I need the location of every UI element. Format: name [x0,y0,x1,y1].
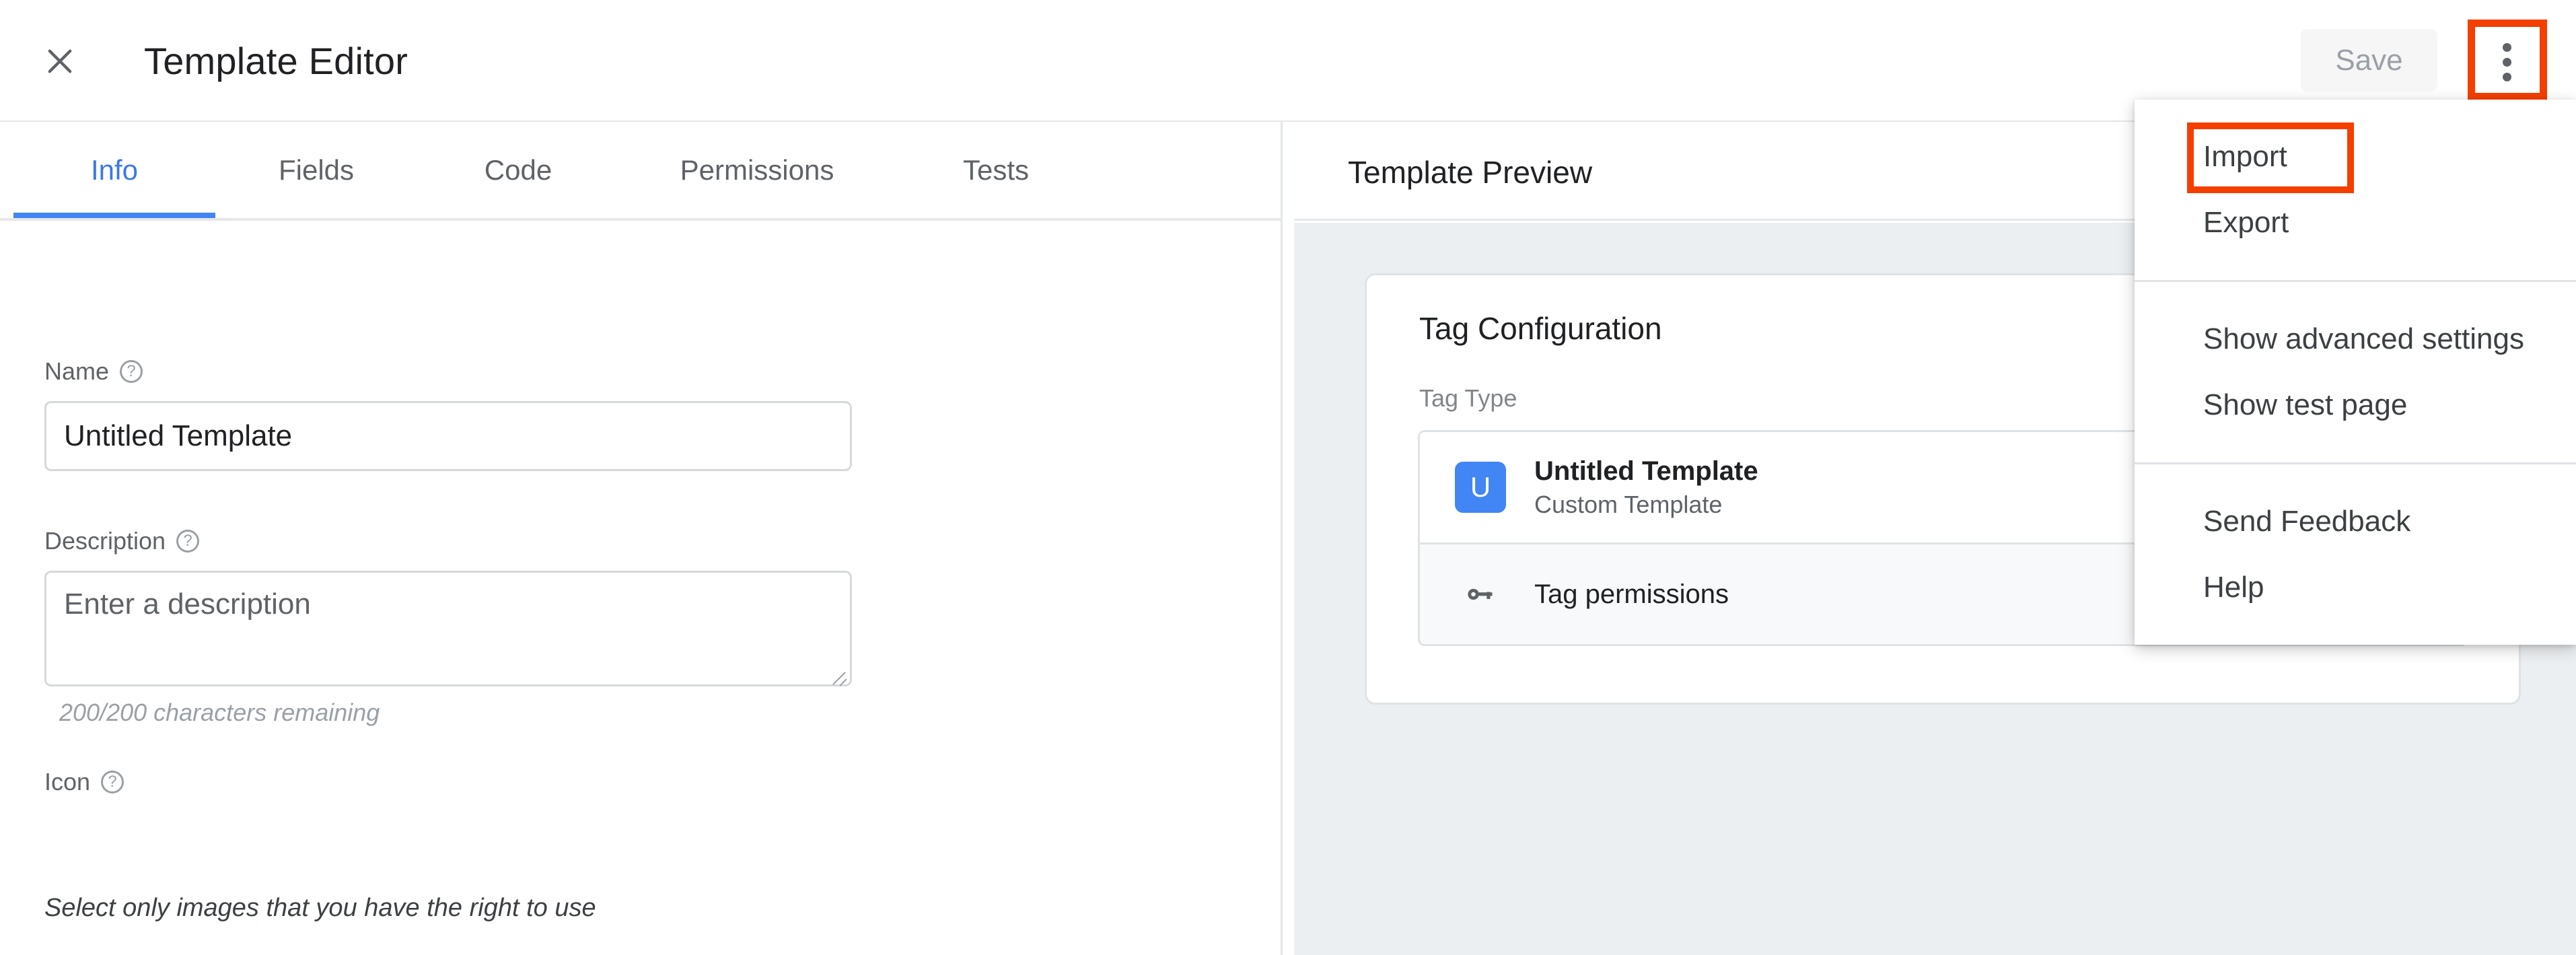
tab-code[interactable]: Code [417,122,619,218]
close-icon [42,44,77,79]
tab-permissions-label: Permissions [680,153,834,186]
template-identity: Untitled Template Custom Template [1534,454,1758,521]
menu-item-show-test-page[interactable]: Show test page [2135,372,2576,438]
description-character-counter: 200/200 characters remaining [59,699,380,726]
tab-fields-label: Fields [278,153,355,186]
save-button[interactable]: Save [2301,29,2437,92]
description-label-text: Description [44,527,166,555]
tab-info[interactable]: Info [13,122,215,218]
page-title: Template Editor [144,40,408,82]
menu-item-show-advanced-settings[interactable]: Show advanced settings [2135,306,2576,372]
tab-tests-label: Tests [962,153,1030,186]
more-vert-icon-dot-1 [2502,42,2511,52]
tab-bar: Info Fields Code Permissions Tests [0,122,1281,221]
name-input[interactable] [44,401,852,471]
name-field-label: Name ? [44,357,143,386]
icon-label-text: Icon [44,768,91,795]
template-name: Untitled Template [1534,456,1758,486]
tab-tests[interactable]: Tests [895,122,1097,218]
menu-item-import[interactable]: Import [2135,124,2576,190]
more-vert-icon-dot-2 [2502,57,2511,67]
preview-title: Template Preview [1348,155,1593,190]
name-label-text: Name [44,357,110,385]
menu-item-send-feedback[interactable]: Send Feedback [2135,489,2576,555]
tab-info-label: Info [90,153,139,186]
description-field-label: Description ? [44,527,200,555]
menu-item-export[interactable]: Export [2135,190,2576,256]
close-button[interactable] [39,40,81,82]
template-editor-app: Template Editor Save Info Fields Code Pe… [0,0,2576,955]
tab-permissions[interactable]: Permissions [619,122,895,218]
tab-code-label: Code [484,153,552,186]
menu-group-2: Show advanced settings Show test page [2135,282,2576,462]
icon-rights-note: Select only images that you have the rig… [44,894,596,922]
tag-permissions-label: Tag permissions [1534,579,1729,609]
editor-left-panel: Info Fields Code Permissions Tests Name … [0,122,1283,955]
icon-field-label: Icon ? [44,768,124,796]
key-icon [1455,569,1506,620]
help-circle-icon-description[interactable]: ? [176,530,200,553]
overflow-menu: Import Export Show advanced settings Sho… [2135,100,2576,645]
more-vert-icon-dot-3 [2502,72,2511,81]
help-circle-icon-icon[interactable]: ? [101,771,124,793]
menu-item-help[interactable]: Help [2135,555,2576,621]
menu-group-1: Import Export [2135,100,2576,280]
description-textarea[interactable] [44,571,852,686]
menu-group-3: Send Feedback Help [2135,464,2576,645]
help-circle-icon-name[interactable]: ? [120,360,143,383]
active-tab-indicator [13,213,215,218]
template-avatar: U [1455,462,1506,513]
more-options-button[interactable] [2476,31,2538,93]
template-subtitle: Custom Template [1534,491,1723,518]
tab-fields[interactable]: Fields [215,122,417,218]
